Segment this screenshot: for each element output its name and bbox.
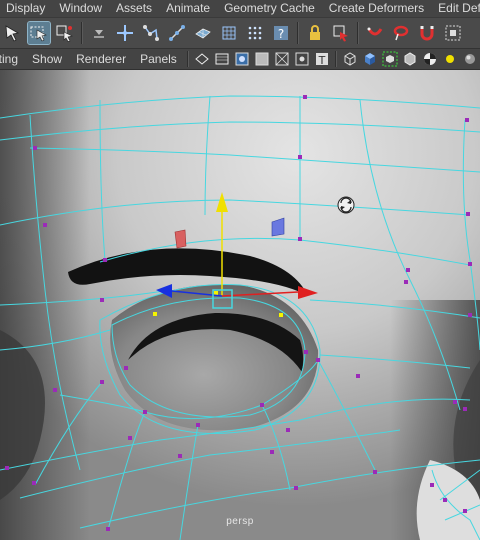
lasso-red-icon[interactable]: [390, 22, 412, 44]
xray-icon[interactable]: [274, 51, 290, 67]
move-cluster-icon[interactable]: [114, 22, 136, 44]
script-node-icon[interactable]: [442, 22, 464, 44]
menu-display[interactable]: Display: [0, 0, 52, 17]
scene-canvas[interactable]: [0, 70, 480, 540]
wire-deformer-icon[interactable]: [218, 22, 240, 44]
shelf-separator: [357, 22, 359, 44]
cube-bounds-icon[interactable]: [402, 51, 418, 67]
checker-icon[interactable]: [422, 51, 438, 67]
menu-edit-deformers[interactable]: Edit Deformers: [431, 0, 480, 17]
menu-panels[interactable]: Panels: [133, 49, 184, 69]
texture-icon[interactable]: T: [314, 51, 330, 67]
toolbar-separator: [186, 51, 189, 67]
paint-select-icon[interactable]: [54, 22, 76, 44]
svg-text:T: T: [317, 54, 325, 67]
menu-create-deformers[interactable]: Create Deformers: [322, 0, 431, 17]
lattice-icon[interactable]: [192, 22, 214, 44]
perspective-viewport[interactable]: persp: [0, 70, 480, 540]
shelf-separator: [81, 22, 83, 44]
cube-wire-icon[interactable]: [342, 51, 358, 67]
xray-joints-icon[interactable]: [294, 51, 310, 67]
camera-name-label: persp: [226, 516, 254, 527]
light-icon[interactable]: [442, 51, 458, 67]
sphere-shaded-icon[interactable]: [462, 51, 478, 67]
cube-shaded-icon[interactable]: [362, 51, 378, 67]
shelf-options-icon[interactable]: [88, 22, 110, 44]
wireframe-icon[interactable]: [214, 51, 230, 67]
menu-renderer[interactable]: Renderer: [69, 49, 133, 69]
isolate-icon[interactable]: [382, 51, 398, 67]
ik-handle-icon[interactable]: [140, 22, 162, 44]
menu-window[interactable]: Window: [52, 0, 109, 17]
wireframe-shaded-icon[interactable]: [194, 51, 210, 67]
lock-icon[interactable]: [304, 22, 326, 44]
skin-bind-icon[interactable]: [166, 22, 188, 44]
menu-show[interactable]: Show: [25, 49, 69, 69]
shaded-icon[interactable]: [234, 51, 250, 67]
shelf-separator: [297, 22, 299, 44]
toolbar-separator: [334, 51, 337, 67]
lasso-select-icon[interactable]: [27, 21, 51, 45]
maya-window: Display Window Assets Animate Geometry C…: [0, 0, 480, 540]
menu-lighting[interactable]: nting: [0, 49, 25, 69]
magnet-red-icon[interactable]: [364, 22, 386, 44]
magnet-icon[interactable]: [416, 22, 438, 44]
component-select-icon[interactable]: [330, 22, 352, 44]
select-tool-icon[interactable]: [2, 22, 24, 44]
svg-text:?: ?: [278, 27, 284, 41]
menu-assets[interactable]: Assets: [109, 0, 159, 17]
help-icon[interactable]: ?: [270, 22, 292, 44]
panel-menubar: nting Show Renderer Panels T: [0, 49, 480, 70]
main-menubar: Display Window Assets Animate Geometry C…: [0, 0, 480, 18]
smooth-shade-icon[interactable]: [254, 51, 270, 67]
menu-animate[interactable]: Animate: [159, 0, 217, 17]
menu-geometry-cache[interactable]: Geometry Cache: [217, 0, 322, 17]
sculpt-icon[interactable]: [244, 22, 266, 44]
tool-shelf: ?: [0, 18, 480, 49]
orbit-cursor-icon: [337, 196, 355, 214]
